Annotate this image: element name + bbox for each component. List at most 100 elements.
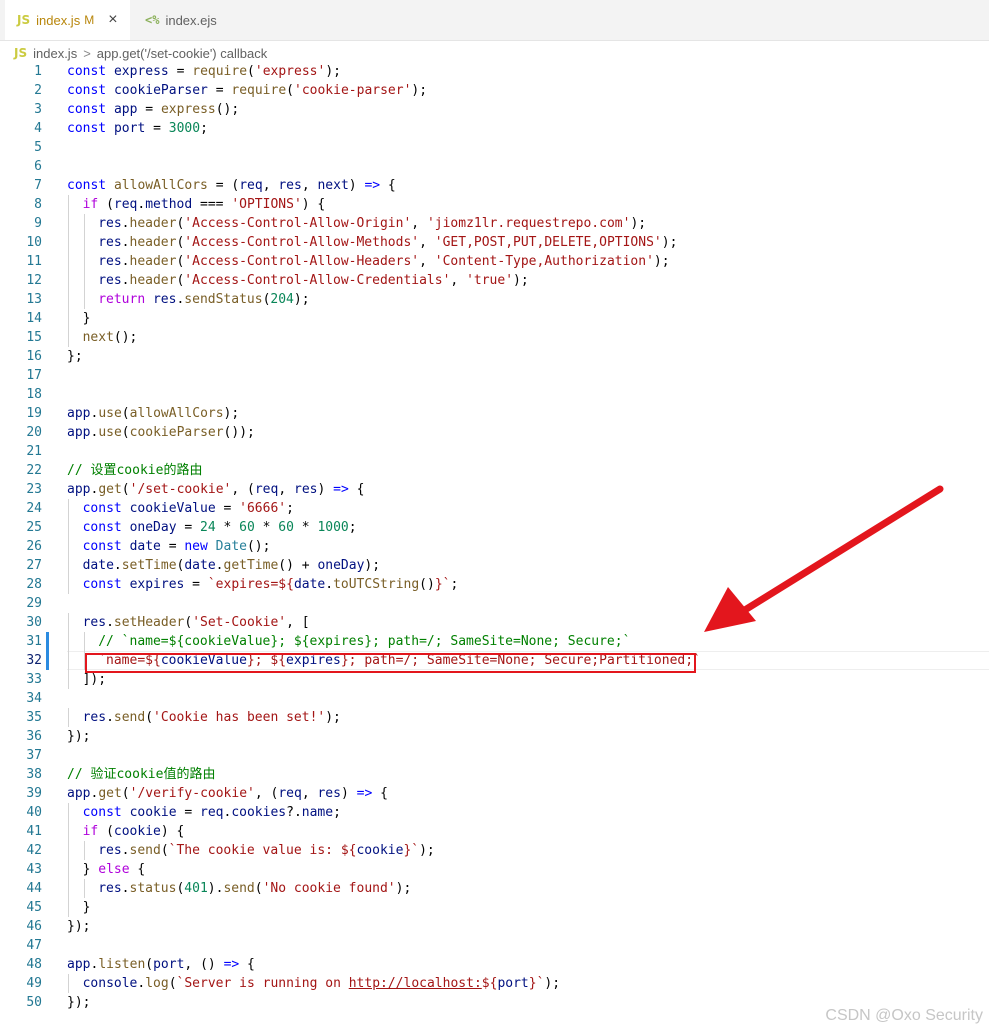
code-token: (: [247, 64, 255, 79]
code-line[interactable]: 36});: [0, 727, 989, 746]
code-token: .: [106, 615, 114, 630]
code-line[interactable]: 40 const cookie = req.cookies?.name;: [0, 803, 989, 822]
code-token: ;: [200, 121, 208, 136]
indent-guide: [83, 252, 85, 271]
code-line[interactable]: 46});: [0, 917, 989, 936]
code-line[interactable]: 20 app.use(cookieParser());: [0, 423, 989, 442]
tab-index-ejs[interactable]: <% index.ejs: [135, 0, 245, 40]
code-token: const: [67, 83, 107, 98]
code-line[interactable]: 16};: [0, 347, 989, 366]
code-line[interactable]: 45}: [0, 898, 989, 917]
code-token: 'true': [466, 273, 514, 288]
code-token: ,: [419, 254, 435, 269]
code-line[interactable]: 35 res.send('Cookie has been set!');: [0, 708, 989, 727]
code-line[interactable]: 44 res.status(401).send('No cookie found'…: [0, 879, 989, 898]
breadcrumb-symbol[interactable]: app.get('/set-cookie') callback: [97, 46, 267, 61]
line-number: 26: [26, 539, 42, 554]
code-line[interactable]: 1 const express = require('express');: [0, 62, 989, 81]
code-line[interactable]: 4 const port = 3000;: [0, 119, 989, 138]
code-token: // 设置cookie的路由: [67, 463, 203, 478]
breadcrumb-file[interactable]: index.js: [33, 46, 77, 61]
code-token: 1000: [317, 520, 349, 535]
code-token: const: [82, 805, 122, 820]
code-token: next: [317, 178, 349, 193]
code-token: date: [82, 558, 114, 573]
code-line[interactable]: 49 console.log(`Server is running on http…: [0, 974, 989, 993]
code-text: app.use(allowAllCors);: [67, 404, 239, 423]
code-token: 'No cookie found': [262, 881, 396, 896]
code-token: .: [121, 843, 130, 858]
code-line[interactable]: 47: [0, 936, 989, 955]
code-line[interactable]: 14}: [0, 309, 989, 328]
code-token: console: [82, 976, 138, 991]
code-token: res: [98, 235, 122, 250]
code-token: setTime: [121, 558, 177, 573]
code-token: 'express': [254, 64, 326, 79]
indent-guide: [68, 537, 69, 556]
code-token: (: [98, 197, 114, 212]
close-icon[interactable]: ×: [108, 11, 117, 29]
code-line[interactable]: 38 // 验证cookie值的路由: [0, 765, 989, 784]
indent-guide: [68, 651, 69, 670]
code-line[interactable]: 12 res.header('Access-Control-Allow-Crede…: [0, 271, 989, 290]
code-token: ${: [481, 976, 498, 991]
code-line[interactable]: 7 const allowAllCors = (req, res, next) =…: [0, 176, 989, 195]
code-line[interactable]: 9 res.header('Access-Control-Allow-Origin…: [0, 214, 989, 233]
code-token: port: [497, 976, 529, 991]
code-token: (: [98, 824, 114, 839]
code-line[interactable]: 13 return res.sendStatus(204);: [0, 290, 989, 309]
code-text: app.get('/set-cookie', (req, res) => {: [67, 480, 364, 499]
code-line[interactable]: 21: [0, 442, 989, 461]
code-line[interactable]: 42 res.send(`The cookie value is: ${cooki…: [0, 841, 989, 860]
code-line[interactable]: 6: [0, 157, 989, 176]
code-token: allowAllCors: [129, 406, 224, 421]
code-line[interactable]: 11 res.header('Access-Control-Allow-Heade…: [0, 252, 989, 271]
line-number: 15: [26, 330, 42, 345]
line-number: 1: [34, 64, 42, 79]
code-line[interactable]: 15 next();: [0, 328, 989, 347]
code-token: 401: [184, 881, 208, 896]
code-line[interactable]: 2 const cookieParser = require('cookie-pa…: [0, 81, 989, 100]
code-token: send: [223, 881, 255, 896]
code-token: }: [82, 311, 91, 326]
code-token: app: [67, 406, 91, 421]
code-line[interactable]: 34: [0, 689, 989, 708]
code-token: date: [129, 539, 161, 554]
code-text: const port = 3000;: [67, 119, 208, 138]
code-token: }: [82, 862, 99, 877]
code-line[interactable]: 43} else {: [0, 860, 989, 879]
code-text: console.log(`Server is running on http:/…: [83, 974, 560, 993]
code-text: } else {: [83, 860, 146, 879]
code-line[interactable]: 48 app.listen(port, () => {: [0, 955, 989, 974]
line-number: 34: [26, 691, 42, 706]
code-token: 'OPTIONS': [231, 197, 302, 212]
code-line[interactable]: 8 if (req.method === 'OPTIONS') {: [0, 195, 989, 214]
code-text: res.status(401).send('No cookie found');: [98, 879, 411, 898]
code-token: res: [152, 292, 177, 307]
code-text: res.header('Access-Control-Allow-Credent…: [98, 271, 529, 290]
code-line[interactable]: 39 app.get('/verify-cookie', (req, res) =…: [0, 784, 989, 803]
code-line[interactable]: 10 res.header('Access-Control-Allow-Metho…: [0, 233, 989, 252]
indent-guide: [83, 632, 85, 651]
code-line[interactable]: 3 const app = express();: [0, 100, 989, 119]
code-token: ;: [348, 520, 357, 535]
code-line[interactable]: 19 app.use(allowAllCors);: [0, 404, 989, 423]
code-text: app.use(cookieParser());: [67, 423, 255, 442]
code-line[interactable]: 5: [0, 138, 989, 157]
code-line[interactable]: 18: [0, 385, 989, 404]
code-line[interactable]: 22 // 设置cookie的路由: [0, 461, 989, 480]
code-token: ) {: [160, 824, 185, 839]
code-line[interactable]: 41 if (cookie) {: [0, 822, 989, 841]
code-line[interactable]: 17: [0, 366, 989, 385]
modified-line-marker: [46, 651, 49, 670]
code-text: if (req.method === 'OPTIONS') {: [83, 195, 326, 214]
code-line[interactable]: 37: [0, 746, 989, 765]
code-text: });: [67, 993, 90, 1012]
breadcrumb-separator: >: [83, 45, 91, 61]
code-token: new: [184, 539, 208, 554]
tab-index-js[interactable]: JS index.js M ×: [5, 0, 130, 40]
